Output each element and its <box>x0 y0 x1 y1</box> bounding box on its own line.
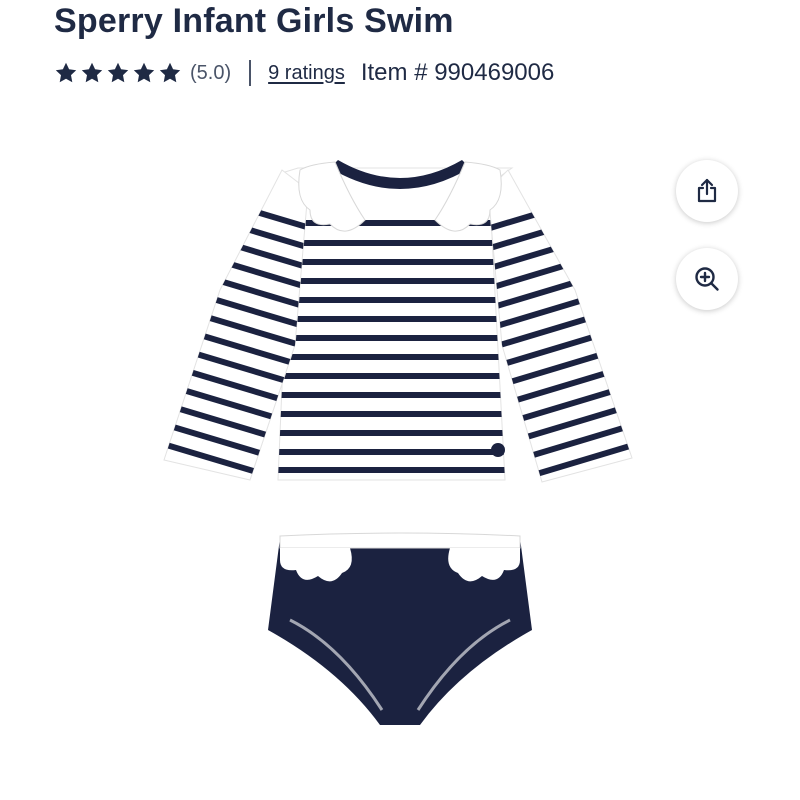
star-icon <box>55 62 77 83</box>
share-icon <box>697 178 717 203</box>
item-number: Item # 990469006 <box>360 59 555 86</box>
divider <box>249 60 252 86</box>
zoom-in-icon <box>695 267 719 291</box>
star-icon <box>81 62 103 83</box>
rash-guard-top <box>163 160 633 483</box>
star-icon <box>107 62 129 83</box>
product-image[interactable] <box>150 140 650 740</box>
star-icon <box>133 62 155 83</box>
star-rating <box>54 61 182 85</box>
ratings-link[interactable]: 9 ratings <box>268 62 345 85</box>
zoom-button[interactable] <box>676 248 738 310</box>
rating-score: (5.0) <box>190 61 232 84</box>
star-icon <box>159 62 181 83</box>
swim-bottom <box>268 532 532 725</box>
share-button[interactable] <box>676 160 738 222</box>
rating-row: (5.0) 9 ratings Item # 990469006 <box>54 58 554 88</box>
product-title: Sperry Infant Girls Swim <box>54 2 454 40</box>
